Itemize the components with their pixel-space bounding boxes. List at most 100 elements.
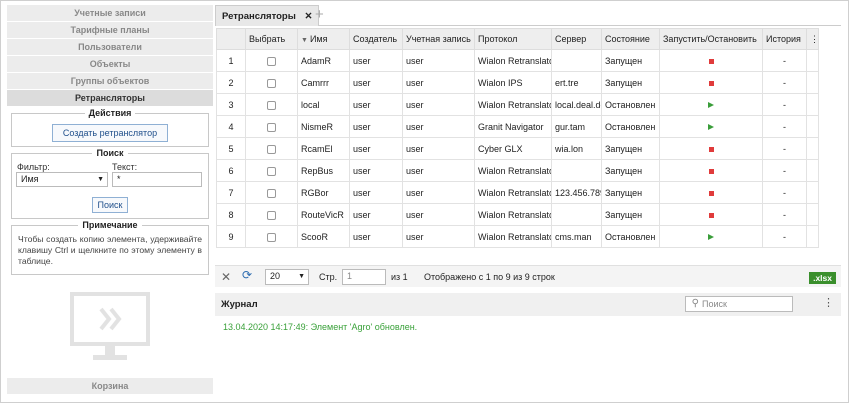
page-input[interactable]: 1 bbox=[342, 269, 386, 285]
column-header[interactable]: ⋮ bbox=[806, 28, 819, 50]
cell-name: ScooR bbox=[297, 225, 350, 248]
cell-num: 9 bbox=[216, 225, 246, 248]
column-header[interactable]: Сервер bbox=[551, 28, 602, 50]
table-row[interactable]: 9 ScooR user user Wialon Retranslator cms.man… bbox=[216, 225, 819, 248]
table-row[interactable]: 1 AdamR user user Wialon Retranslator Запущен… bbox=[216, 49, 819, 72]
stop-icon[interactable] bbox=[708, 58, 714, 64]
select-checkbox[interactable] bbox=[267, 100, 276, 110]
cell-action bbox=[659, 159, 763, 182]
page-of-label: из 1 bbox=[391, 272, 408, 282]
table-row[interactable]: 2 Camrrr user user Wialon IPS ert.tre Запущен - bbox=[216, 71, 819, 94]
column-header[interactable]: ▼ Имя bbox=[297, 28, 350, 50]
refresh-icon[interactable]: ⟳ bbox=[242, 268, 252, 282]
column-header-label: Сервер bbox=[555, 34, 587, 44]
cell-protocol: Wialon Retranslator bbox=[474, 225, 552, 248]
table-row[interactable]: 4 NismeR user user Granit Navigator gur.tam Ос… bbox=[216, 115, 819, 138]
play-icon[interactable] bbox=[708, 233, 714, 240]
play-icon[interactable] bbox=[708, 101, 714, 108]
select-checkbox[interactable] bbox=[267, 232, 276, 242]
cell-history: - bbox=[762, 159, 807, 182]
play-icon[interactable] bbox=[708, 123, 714, 130]
cell-action bbox=[659, 71, 763, 94]
column-header[interactable]: Создатель bbox=[349, 28, 403, 50]
journal-menu-icon[interactable]: ⋮ bbox=[823, 296, 834, 309]
page-label: Стр. bbox=[319, 272, 338, 282]
cell-select bbox=[245, 115, 298, 138]
actions-box: Действия Создать ретранслятор bbox=[11, 108, 209, 147]
cell-protocol: Granit Navigator bbox=[474, 115, 552, 138]
select-checkbox[interactable] bbox=[267, 188, 276, 198]
journal-search-input[interactable]: Поиск bbox=[685, 296, 793, 312]
cell-account: user bbox=[402, 49, 475, 72]
cell-creator: user bbox=[349, 115, 403, 138]
column-header-label: Имя bbox=[309, 34, 328, 44]
nav-item[interactable]: Группы объектов bbox=[7, 73, 213, 90]
table-row[interactable]: 3 local user user Wialon Retranslator local.d… bbox=[216, 93, 819, 116]
close-icon[interactable]: ✕ bbox=[304, 11, 312, 22]
nav-item[interactable]: Пользователи bbox=[7, 39, 213, 56]
cell-creator: user bbox=[349, 203, 403, 226]
select-checkbox[interactable] bbox=[267, 144, 276, 154]
tab-retranslators[interactable]: Ретрансляторы ✕ bbox=[215, 5, 320, 26]
per-page-value: 20 bbox=[270, 271, 281, 281]
nav-item[interactable]: Учетные записи bbox=[7, 5, 213, 22]
left-panel: Учетные записи Тарифные планы Пользователи… bbox=[7, 5, 213, 398]
nav-item[interactable]: Тарифные планы bbox=[7, 22, 213, 39]
stop-icon[interactable] bbox=[708, 146, 714, 152]
column-header[interactable]: История bbox=[762, 28, 807, 50]
create-retranslator-button[interactable]: Создать ретранслятор bbox=[51, 124, 169, 142]
cell-empty bbox=[806, 49, 819, 72]
filter-select[interactable]: Имя ▼ bbox=[16, 172, 108, 187]
table-header: Выбрать ▼ Имя Создатель Учетная запись Проток… bbox=[216, 28, 819, 50]
cell-history: - bbox=[762, 93, 807, 116]
cell-server: wia.lon bbox=[551, 137, 602, 160]
select-checkbox[interactable] bbox=[267, 210, 276, 220]
table-row[interactable]: 5 RcamEl user user Cyber GLX wia.lon Запущен - bbox=[216, 137, 819, 160]
cell-name: RepBus bbox=[297, 159, 350, 182]
search-text-input[interactable]: * bbox=[112, 172, 202, 187]
cell-history: - bbox=[762, 137, 807, 160]
per-page-select[interactable]: 20 ▼ bbox=[265, 269, 309, 285]
cell-creator: user bbox=[349, 49, 403, 72]
cell-action bbox=[659, 137, 763, 160]
search-button[interactable]: Поиск bbox=[91, 197, 129, 213]
nav-item[interactable]: Ретрансляторы bbox=[7, 90, 213, 107]
column-header[interactable] bbox=[216, 28, 246, 50]
export-xlsx-button[interactable]: .xlsx bbox=[809, 272, 836, 284]
column-header[interactable]: Запустить/Остановить bbox=[659, 28, 763, 50]
chevron-down-icon: ▼ bbox=[97, 176, 104, 183]
cell-state: Запущен bbox=[601, 181, 660, 204]
stop-icon[interactable] bbox=[708, 168, 714, 174]
trash-button[interactable]: Корзина bbox=[7, 378, 213, 394]
column-header[interactable]: Состояние bbox=[601, 28, 660, 50]
cell-action bbox=[659, 115, 763, 138]
cell-history: - bbox=[762, 71, 807, 94]
select-checkbox[interactable] bbox=[267, 166, 276, 176]
cell-state: Запущен bbox=[601, 137, 660, 160]
stop-icon[interactable] bbox=[708, 212, 714, 218]
nav-item[interactable]: Объекты bbox=[7, 56, 213, 73]
cell-history: - bbox=[762, 225, 807, 248]
table-row[interactable]: 6 RepBus user user Wialon Retranslator Запуще… bbox=[216, 159, 819, 182]
cell-state: Остановлен bbox=[601, 115, 660, 138]
table-row[interactable]: 7 RGBor user user Wialon Retranslator 123.456… bbox=[216, 181, 819, 204]
cell-creator: user bbox=[349, 71, 403, 94]
column-header[interactable]: Выбрать bbox=[245, 28, 298, 50]
select-checkbox[interactable] bbox=[267, 56, 276, 66]
stop-icon[interactable] bbox=[708, 80, 714, 86]
column-header-label: История bbox=[766, 34, 801, 44]
cell-action bbox=[659, 203, 763, 226]
clear-filter-icon[interactable]: ✕ bbox=[221, 270, 231, 284]
column-header-label: Протокол bbox=[478, 34, 518, 44]
select-checkbox[interactable] bbox=[267, 78, 276, 88]
journal-log-line: 13.04.2020 14:17:49: Элемент 'Agro' обно… bbox=[223, 322, 418, 332]
cell-name: Camrrr bbox=[297, 71, 350, 94]
add-tab-icon[interactable]: + bbox=[315, 6, 324, 23]
select-checkbox[interactable] bbox=[267, 122, 276, 132]
cell-select bbox=[245, 203, 298, 226]
column-header[interactable]: Протокол bbox=[474, 28, 552, 50]
table-row[interactable]: 8 RouteVicR user user Wialon Retranslator Зап… bbox=[216, 203, 819, 226]
column-header[interactable]: Учетная запись bbox=[402, 28, 475, 50]
stop-icon[interactable] bbox=[708, 190, 714, 196]
cell-name: RGBor bbox=[297, 181, 350, 204]
